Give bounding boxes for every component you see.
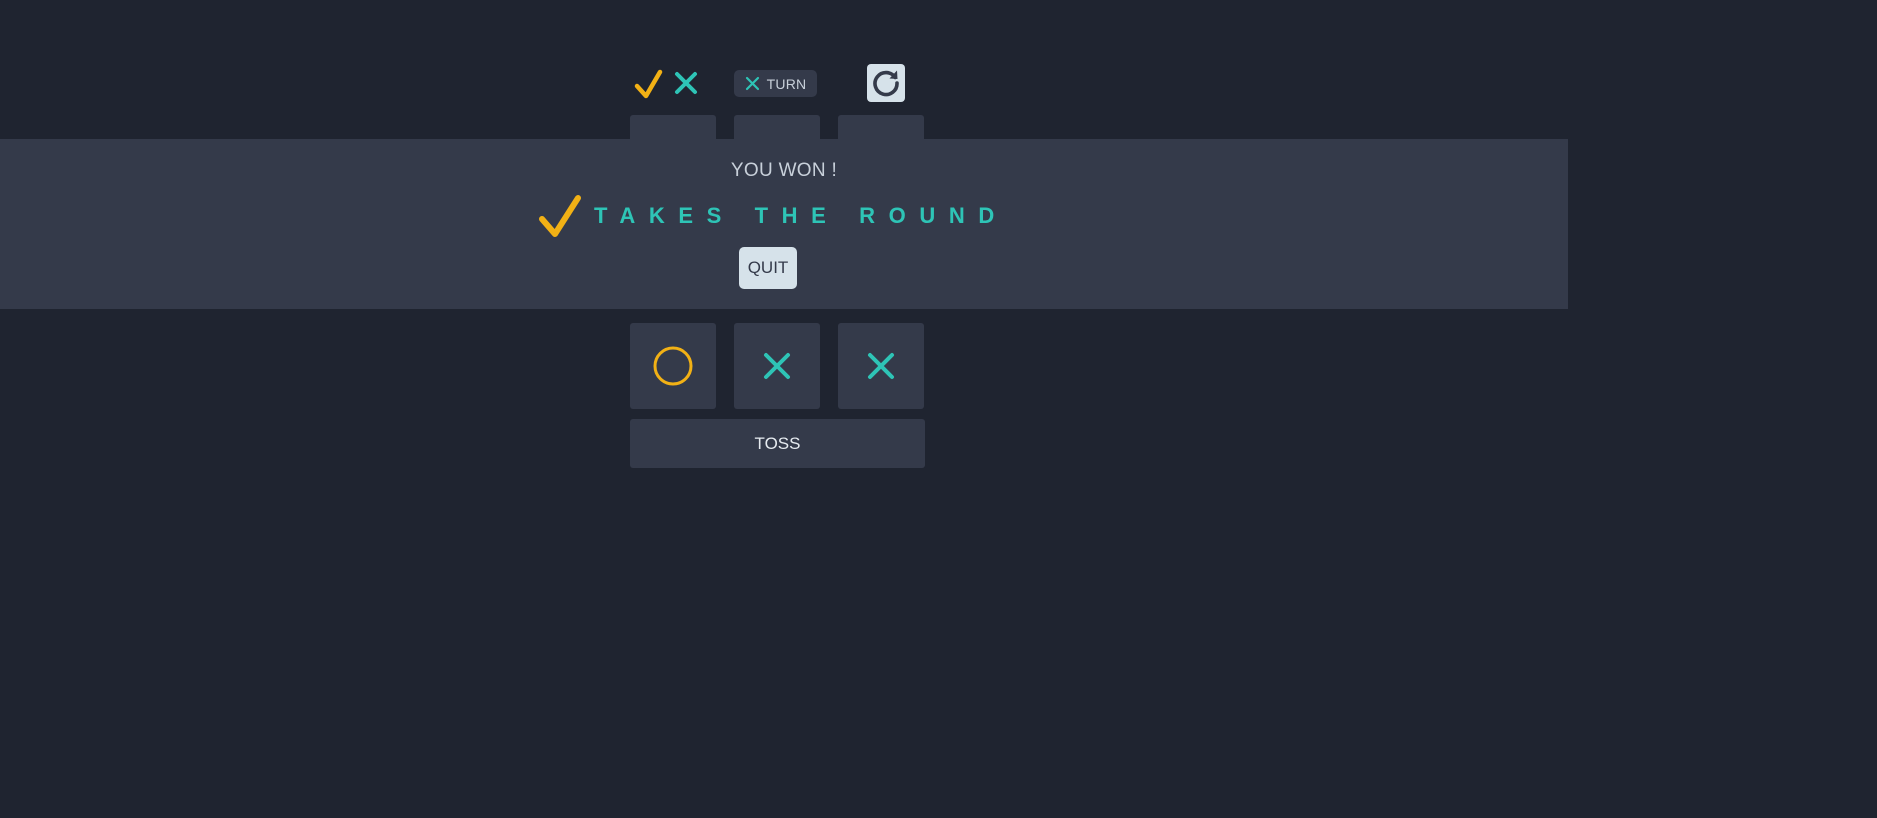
game-logo [632, 64, 704, 104]
restart-icon [873, 70, 899, 97]
board-cell-2-3[interactable] [838, 323, 924, 409]
board-cell-2-2[interactable] [734, 323, 820, 409]
check-mark-icon [539, 195, 581, 237]
quit-button[interactable]: QUIT [739, 247, 797, 289]
toss-button[interactable]: TOSS [630, 419, 925, 468]
turn-label: TURN [766, 75, 807, 92]
result-message: TAKES THE ROUND [594, 203, 1008, 228]
o-mark-icon [653, 346, 693, 386]
x-mark-icon [745, 76, 759, 91]
result-winner-row: TAKES THE ROUND [538, 192, 1008, 240]
turn-indicator: TURN [734, 70, 817, 97]
result-title: YOU WON ! [730, 160, 838, 181]
x-mark-icon [764, 353, 790, 379]
check-mark-icon [634, 69, 663, 99]
x-mark-icon [675, 72, 697, 94]
x-mark-icon [868, 353, 894, 379]
restart-button[interactable] [867, 64, 905, 102]
board-cell-2-1[interactable] [630, 323, 716, 409]
